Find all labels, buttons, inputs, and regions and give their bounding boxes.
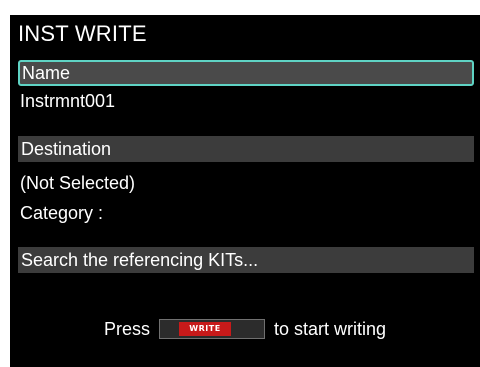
name-label: Name <box>22 63 71 83</box>
category-label: Category : <box>20 203 104 223</box>
page-title: INST WRITE <box>18 21 147 46</box>
search-referencing-kits-label: Search the referencing KITs... <box>21 250 259 270</box>
search-referencing-kits-row[interactable]: Search the referencing KITs... <box>18 247 474 273</box>
destination-value: (Not Selected) <box>20 173 136 193</box>
destination-row[interactable]: Destination <box>18 136 474 162</box>
inst-write-screen: INST WRITE Name Instrmnt001 Destination … <box>10 15 480 367</box>
press-text: Press <box>103 318 150 339</box>
destination-label: Destination <box>21 139 112 159</box>
write-button-label: WRITE <box>179 322 231 336</box>
name-row[interactable]: Name <box>18 60 474 86</box>
start-writing-text: to start writing <box>273 318 387 339</box>
write-button[interactable]: WRITE <box>158 319 265 339</box>
name-value: Instrmnt001 <box>20 91 116 111</box>
write-instruction: Press WRITE to start writing <box>10 314 480 344</box>
